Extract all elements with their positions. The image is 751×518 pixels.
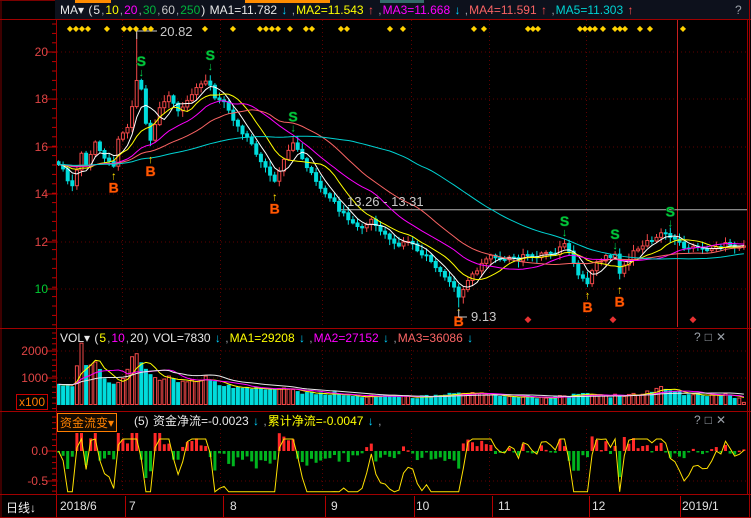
header-segment: ,: [306, 331, 313, 345]
month-label: 2018/6: [60, 499, 97, 513]
svg-text:B: B: [109, 179, 119, 195]
help-icon[interactable]: ?: [694, 413, 705, 427]
month-label: 11: [498, 499, 510, 513]
axis-tick-label: 20: [2, 44, 48, 60]
svg-text:◆: ◆: [690, 314, 697, 324]
header-segment: ,: [126, 331, 129, 345]
svg-text:S: S: [137, 53, 146, 69]
svg-text:◆: ◆: [133, 24, 140, 33]
svg-text:◆: ◆: [387, 24, 394, 33]
header-segment: ,: [375, 414, 382, 428]
header-segment: ,: [107, 331, 110, 345]
svg-text:◆: ◆: [287, 24, 294, 33]
header-segment: ↓: [464, 331, 473, 345]
svg-text:◆: ◆: [610, 314, 617, 324]
close-icon[interactable]: ✕: [716, 330, 730, 344]
header-segment: ↓: [380, 331, 389, 345]
axis-tick-label: 2000: [2, 343, 48, 359]
header-segment: (5): [134, 414, 152, 428]
axis-tick-label: 14: [2, 186, 48, 202]
svg-text:S: S: [560, 213, 569, 229]
fundflow-indicator-dropdown[interactable]: 资金流变▾: [57, 413, 117, 432]
svg-text:13.26 - 13.31: 13.26 - 13.31: [347, 194, 424, 209]
header-segment: 10: [111, 331, 124, 345]
fundflow-pane-buttons: ?□✕: [694, 413, 730, 427]
svg-text:◆: ◆: [592, 24, 599, 33]
axis-tick-label: 16: [2, 139, 48, 155]
svg-text:◆: ◆: [400, 24, 407, 33]
svg-text:B: B: [615, 293, 625, 309]
header-segment: MA1=29208: [230, 331, 295, 345]
header-segment: VOL=7830: [153, 331, 211, 345]
svg-text:9.13: 9.13: [471, 309, 496, 324]
svg-text:◆: ◆: [148, 24, 155, 33]
header-segment: 20: [130, 331, 143, 345]
svg-text:◆: ◆: [680, 24, 687, 33]
svg-text:◆: ◆: [622, 24, 629, 33]
svg-text:◆: ◆: [647, 24, 654, 33]
svg-text:◆: ◆: [481, 24, 488, 33]
axis-tick-label: 12: [2, 234, 48, 250]
header-segment: 资金净流=-0.0023: [153, 414, 249, 428]
month-label: 7: [129, 499, 136, 513]
help-icon[interactable]: ?: [694, 330, 705, 344]
svg-text:B: B: [582, 299, 592, 315]
header-segment: ,: [260, 414, 267, 428]
header-segment: ↓: [364, 414, 373, 428]
fundflow-readout: (5) 资金净流=-0.0023 ↓ ,累计净流=-0.0047 ↓ ,: [134, 414, 382, 428]
svg-text:S: S: [206, 47, 215, 63]
header-segment: ↓: [212, 331, 221, 345]
svg-text:◆: ◆: [471, 24, 478, 33]
svg-text:◆: ◆: [525, 314, 532, 324]
volume-pane-buttons: ?□✕: [694, 330, 730, 344]
header-segment: 5: [99, 331, 106, 345]
close-icon[interactable]: ✕: [716, 413, 730, 427]
stock-chart-window: MA▾ (5,10,20,30,60,250) MA1=11.782 ↓ ,MA…: [0, 0, 751, 518]
header-segment: MA3=36086: [398, 331, 463, 345]
chart-canvas[interactable]: ↓S↓S↓S↓S↓S↓S↑B↑B↑B↑B↑B↑B20.8213.26 - 13.…: [0, 0, 751, 518]
svg-text:20.82: 20.82: [160, 24, 193, 39]
svg-text:◆: ◆: [344, 24, 351, 33]
header-segment: ,: [222, 331, 229, 345]
svg-text:S: S: [610, 226, 619, 242]
axis-tick-label: 10: [2, 281, 48, 297]
svg-text:◆: ◆: [230, 24, 237, 33]
svg-text:B: B: [270, 200, 280, 216]
header-segment: 累计净流=-0.0047: [268, 414, 364, 428]
maximize-icon[interactable]: □: [705, 330, 716, 344]
svg-text:◆: ◆: [104, 24, 111, 33]
axis-tick-label: 1000: [2, 370, 48, 386]
month-label: 8: [230, 499, 237, 513]
volume-indicator-readout: VOL▾ (5,10,20) VOL=7830 ↓ ,MA1=29208 ↓ ,…: [60, 331, 474, 345]
svg-text:S: S: [666, 203, 675, 219]
header-segment: MA2=27152: [314, 331, 379, 345]
header-segment: ,: [390, 331, 397, 345]
period-selector[interactable]: 日线↓: [6, 499, 36, 516]
axis-tick-label: -0.5: [2, 473, 48, 489]
svg-text:◆: ◆: [637, 24, 644, 33]
maximize-icon[interactable]: □: [705, 413, 716, 427]
svg-text:◆: ◆: [600, 24, 607, 33]
svg-text:B: B: [145, 163, 155, 179]
svg-text:◆: ◆: [309, 24, 316, 33]
svg-text:◆: ◆: [85, 24, 92, 33]
month-label: 12: [592, 499, 605, 513]
header-segment: ): [144, 331, 151, 345]
header-segment: ↓: [296, 331, 305, 345]
volume-unit-label: x100: [16, 394, 48, 410]
month-label: 10: [416, 499, 429, 513]
month-label: 2019/1: [682, 499, 719, 513]
svg-text:◆: ◆: [535, 24, 542, 33]
month-label: 9: [331, 499, 338, 513]
svg-text:◆: ◆: [275, 24, 282, 33]
svg-text:◆: ◆: [202, 24, 209, 33]
vol-indicator-dropdown[interactable]: VOL▾: [60, 331, 90, 345]
svg-text:S: S: [288, 108, 297, 124]
axis-tick-label: 18: [2, 91, 48, 107]
axis-tick-label: 0.0: [2, 443, 48, 459]
header-segment: (: [91, 331, 98, 345]
header-segment: ↓: [250, 414, 259, 428]
